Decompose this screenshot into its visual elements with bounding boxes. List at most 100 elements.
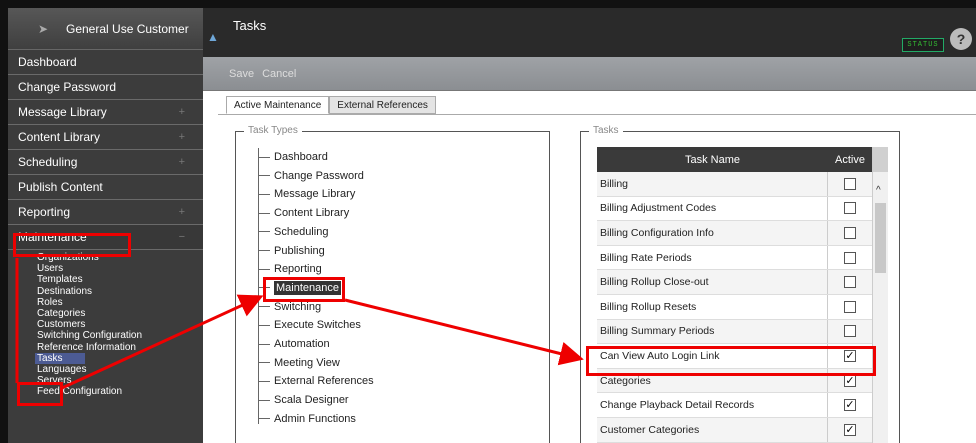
- tab-bar: Active Maintenance External References: [226, 96, 436, 114]
- task-name-cell: Billing Adjustment Codes: [597, 196, 828, 221]
- task-type-reporting[interactable]: Reporting: [258, 260, 322, 278]
- sidebar-item-label: Message Library: [18, 105, 107, 119]
- submenu-item-switching-configuration[interactable]: Switching Configuration: [37, 330, 203, 341]
- task-type-switching[interactable]: Switching: [258, 298, 321, 316]
- submenu-item-feed-configuration[interactable]: Feed Configuration: [37, 386, 203, 397]
- submenu-item-languages[interactable]: Languages: [37, 364, 203, 375]
- task-type-label: Admin Functions: [274, 412, 356, 425]
- sidebar-item-publish-content[interactable]: Publish Content: [8, 175, 203, 200]
- sidebar-item-label: Content Library: [18, 130, 101, 144]
- sidebar-item-content-library[interactable]: Content Library +: [8, 125, 203, 150]
- table-row[interactable]: Change Playback Detail Records ✓: [597, 393, 872, 418]
- column-active[interactable]: Active: [828, 147, 872, 172]
- active-cell: [828, 300, 872, 313]
- scroll-up-icon[interactable]: ^: [876, 185, 881, 196]
- task-type-content-library[interactable]: Content Library: [258, 204, 349, 222]
- active-checkbox[interactable]: [844, 177, 856, 190]
- active-checkbox[interactable]: [844, 202, 856, 215]
- tasks-grid: Task Name Active Billing Billing Adjustme…: [597, 147, 872, 443]
- status-badge[interactable]: STATUS: [902, 38, 944, 52]
- submenu-item-organizations[interactable]: Organizations: [37, 252, 203, 263]
- table-row[interactable]: Billing: [597, 172, 872, 197]
- sidebar-item-dashboard[interactable]: Dashboard: [8, 50, 203, 75]
- active-cell: [828, 325, 872, 338]
- sidebar-item-change-password[interactable]: Change Password: [8, 75, 203, 100]
- sidebar-item-label: Maintenance: [18, 230, 87, 244]
- task-type-admin-functions[interactable]: Admin Functions: [258, 410, 356, 428]
- sidebar: ➤ General Use Customer Dashboard Change P…: [0, 0, 203, 443]
- column-task-name[interactable]: Task Name: [597, 147, 828, 172]
- sidebar-item-reporting[interactable]: Reporting +: [8, 200, 203, 225]
- submenu-item-destinations[interactable]: Destinations: [37, 286, 203, 297]
- task-type-dashboard[interactable]: Dashboard: [258, 148, 328, 166]
- collapse-icon[interactable]: −: [179, 231, 185, 243]
- active-checkbox[interactable]: [844, 251, 856, 264]
- task-type-label: Publishing: [274, 244, 325, 257]
- active-checkbox-checked[interactable]: ✓: [844, 374, 856, 387]
- expand-icon[interactable]: +: [179, 206, 185, 218]
- task-type-publishing[interactable]: Publishing: [258, 242, 325, 260]
- task-type-external-references[interactable]: External References: [258, 372, 374, 390]
- scroll-thumb[interactable]: [875, 203, 886, 273]
- task-type-meeting-view[interactable]: Meeting View: [258, 354, 340, 372]
- table-row[interactable]: Billing Adjustment Codes: [597, 196, 872, 222]
- expand-icon[interactable]: +: [179, 131, 185, 143]
- collapse-sidebar-icon[interactable]: ▲: [207, 30, 219, 44]
- active-checkbox[interactable]: [844, 226, 856, 239]
- submenu-item-templates[interactable]: Templates: [37, 274, 203, 285]
- task-name-cell: Can View Auto Login Link: [597, 344, 828, 368]
- table-row[interactable]: Billing Rollup Resets: [597, 294, 872, 320]
- table-row[interactable]: Billing Rollup Close-out: [597, 270, 872, 295]
- tab-external-references[interactable]: External References: [329, 96, 436, 114]
- task-type-automation[interactable]: Automation: [258, 335, 330, 353]
- table-row[interactable]: Billing Summary Periods: [597, 319, 872, 345]
- task-type-scala-designer[interactable]: Scala Designer: [258, 391, 349, 409]
- task-type-message-library[interactable]: Message Library: [258, 185, 355, 203]
- table-row[interactable]: Billing Rate Periods: [597, 245, 872, 271]
- save-button[interactable]: Save: [229, 68, 254, 80]
- sidebar-item-label: Scheduling: [18, 155, 78, 169]
- tab-active-maintenance[interactable]: Active Maintenance: [226, 96, 330, 114]
- table-row[interactable]: Can View Auto Login Link ✓: [597, 344, 872, 369]
- submenu-item-users[interactable]: Users: [37, 263, 203, 274]
- header-bar: ▲ Tasks STATUS ?: [203, 0, 976, 57]
- sidebar-item-label: Publish Content: [18, 180, 103, 194]
- task-type-change-password[interactable]: Change Password: [258, 167, 364, 185]
- sidebar-item-maintenance[interactable]: Maintenance −: [8, 225, 203, 250]
- table-row[interactable]: Billing Configuration Info: [597, 221, 872, 246]
- task-name-cell: Billing Summary Periods: [597, 319, 828, 344]
- task-type-label: Dashboard: [274, 151, 328, 163]
- submenu-item-tasks[interactable]: Tasks: [35, 352, 85, 364]
- submenu-item-reference-information[interactable]: Reference Information: [37, 342, 203, 353]
- active-checkbox-checked[interactable]: ✓: [844, 399, 856, 412]
- customer-logo-icon: ➤: [38, 21, 49, 36]
- task-name-cell: Billing: [597, 172, 828, 196]
- task-type-label: Execute Switches: [274, 319, 361, 332]
- active-cell: [828, 202, 872, 215]
- task-type-execute-switches[interactable]: Execute Switches: [258, 316, 361, 334]
- cancel-button[interactable]: Cancel: [262, 68, 296, 80]
- task-type-scheduling[interactable]: Scheduling: [258, 223, 328, 241]
- active-checkbox[interactable]: [844, 325, 856, 338]
- table-row[interactable]: Customer Categories ✓: [597, 417, 872, 443]
- expand-icon[interactable]: +: [179, 156, 185, 168]
- sidebar-item-scheduling[interactable]: Scheduling +: [8, 150, 203, 175]
- submenu-item-customers[interactable]: Customers: [37, 319, 203, 330]
- active-cell: [828, 251, 872, 264]
- submenu-item-roles[interactable]: Roles: [37, 297, 203, 308]
- expand-icon[interactable]: +: [179, 106, 185, 118]
- active-cell: [828, 276, 872, 289]
- grid-scrollbar[interactable]: ^: [872, 147, 888, 443]
- active-checkbox[interactable]: [844, 276, 856, 289]
- table-row[interactable]: Categories ✓: [597, 368, 872, 394]
- scrollbar-cap: [873, 147, 888, 172]
- task-type-maintenance[interactable]: Maintenance: [258, 279, 341, 297]
- active-checkbox-checked[interactable]: ✓: [844, 349, 856, 362]
- help-icon[interactable]: ?: [950, 28, 972, 50]
- active-checkbox[interactable]: [844, 300, 856, 313]
- customer-brand[interactable]: ➤ General Use Customer: [8, 8, 203, 50]
- submenu-item-categories[interactable]: Categories: [37, 308, 203, 319]
- submenu-item-servers[interactable]: Servers: [37, 375, 203, 386]
- active-checkbox-checked[interactable]: ✓: [844, 423, 856, 436]
- sidebar-item-message-library[interactable]: Message Library +: [8, 100, 203, 125]
